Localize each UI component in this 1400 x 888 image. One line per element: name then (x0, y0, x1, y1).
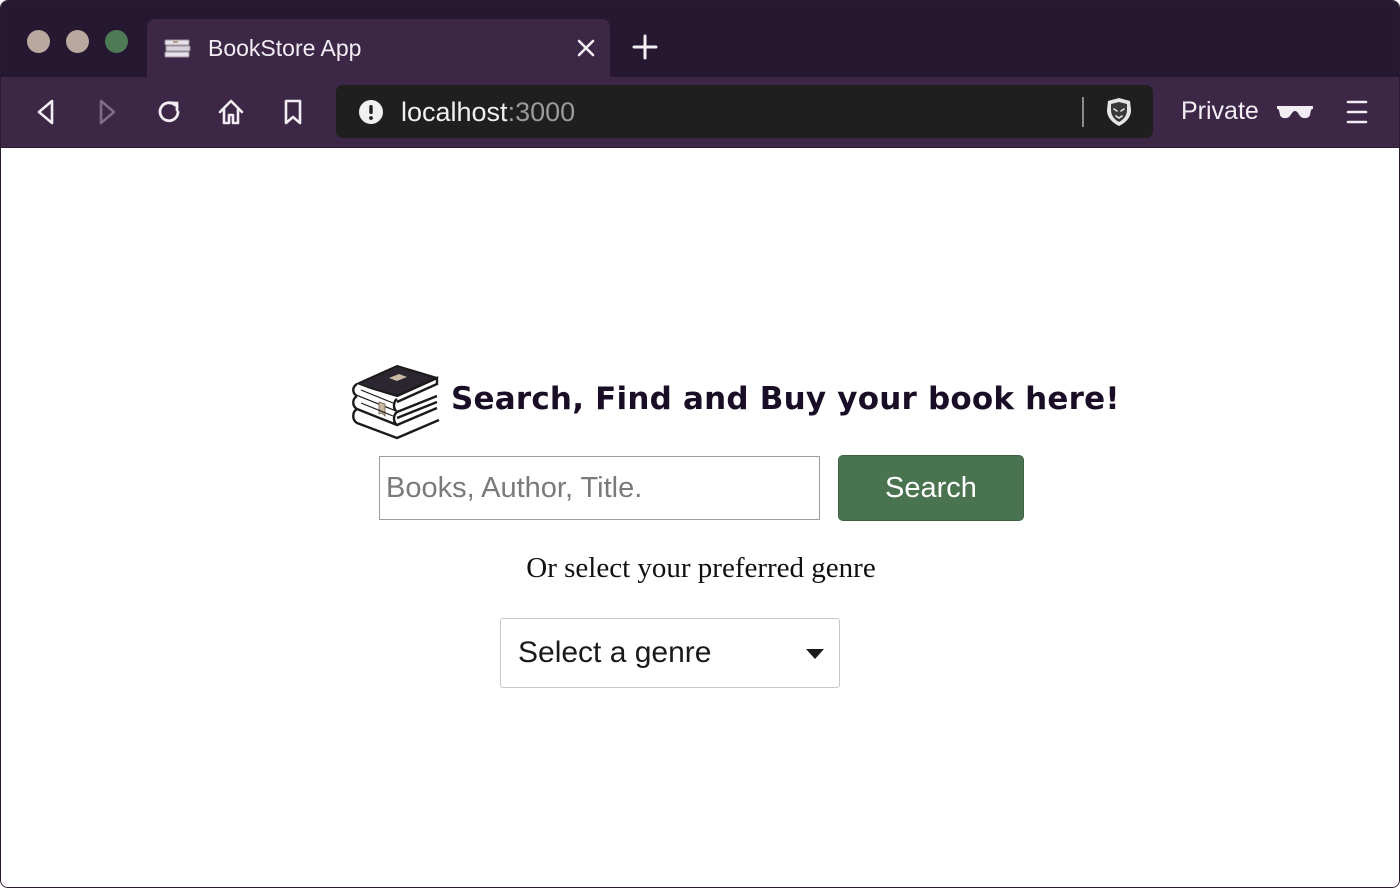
books-icon (164, 39, 191, 58)
genre-select-value: Select a genre (518, 636, 712, 669)
tab-strip: BookStore App (1, 1, 1399, 77)
reload-icon[interactable] (154, 97, 184, 127)
brave-lion-icon[interactable] (1104, 96, 1134, 128)
search-button[interactable]: Search (838, 455, 1024, 521)
hamburger-menu-icon[interactable] (1344, 99, 1370, 125)
page-content: Search, Find and Buy your book here! Sea… (1, 148, 1399, 887)
search-input[interactable] (379, 456, 820, 520)
url-text[interactable]: localhost:3000 (401, 97, 575, 128)
tab-bookstore-app[interactable]: BookStore App (147, 19, 610, 77)
window-maximize-button[interactable] (105, 30, 128, 53)
home-icon[interactable] (216, 97, 246, 127)
forward-arrow-icon[interactable] (93, 97, 123, 127)
chevron-down-icon (806, 649, 824, 659)
url-port: :3000 (507, 97, 576, 127)
genre-select[interactable]: Select a genre (500, 618, 840, 688)
page-title: Search, Find and Buy your book here! (451, 381, 1120, 417)
private-label[interactable]: Private (1181, 97, 1259, 126)
genre-prompt: Or select your preferred genre (526, 552, 876, 584)
url-host: localhost (401, 97, 508, 127)
navigation-toolbar: localhost:3000 Private (1, 77, 1399, 148)
window-minimize-button[interactable] (66, 30, 89, 53)
tab-title: BookStore App (208, 35, 362, 61)
browser-window: BookStore App localhost:3000 Private Sea… (0, 0, 1400, 888)
plus-icon[interactable] (631, 33, 659, 61)
url-divider (1082, 97, 1084, 127)
close-icon[interactable] (574, 36, 598, 60)
stacked-books-icon (352, 365, 440, 440)
window-close-button[interactable] (27, 30, 50, 53)
back-arrow-icon[interactable] (32, 97, 62, 127)
address-bar[interactable]: localhost:3000 (336, 85, 1153, 138)
bookmark-icon[interactable] (278, 97, 308, 127)
info-icon[interactable] (358, 99, 384, 125)
private-glasses-icon[interactable] (1276, 103, 1314, 121)
